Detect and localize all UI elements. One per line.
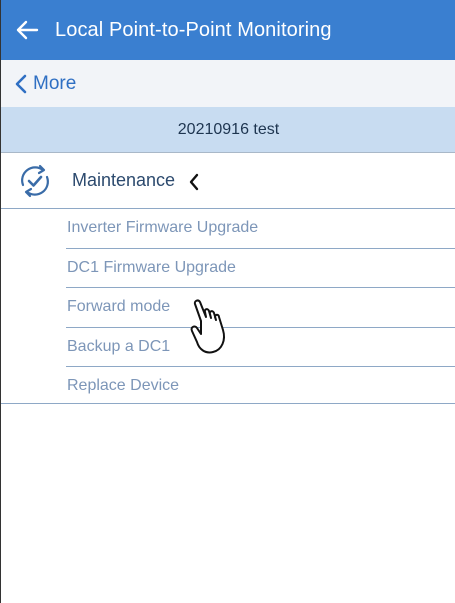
menu-item-label: DC1 Firmware Upgrade	[67, 258, 236, 276]
menu-item-dc1-firmware-upgrade[interactable]: DC1 Firmware Upgrade	[66, 249, 455, 288]
maintenance-menu: Inverter Firmware Upgrade DC1 Firmware U…	[66, 209, 455, 406]
more-back-button[interactable]: More	[15, 73, 76, 95]
chevron-left-icon[interactable]	[188, 173, 200, 191]
device-name: 20210916 test	[177, 120, 280, 138]
device-name-bar: 20210916 test	[1, 107, 455, 153]
maintenance-section-header[interactable]: Maintenance	[1, 153, 455, 209]
list-divider	[1, 403, 455, 404]
page-title: Local Point-to-Point Monitoring	[55, 18, 332, 41]
menu-item-label: Replace Device	[67, 377, 180, 395]
menu-item-label: Inverter Firmware Upgrade	[67, 219, 259, 237]
menu-item-label: Forward mode	[67, 298, 171, 316]
navigation-bar: More	[1, 60, 455, 107]
hand-pointer-icon	[190, 299, 225, 354]
more-label: More	[33, 72, 77, 94]
menu-item-replace-device[interactable]: Replace Device	[66, 367, 455, 406]
chevron-left-icon	[15, 74, 27, 93]
menu-item-backup-dc1[interactable]: Backup a DC1	[66, 328, 455, 367]
menu-item-inverter-firmware-upgrade[interactable]: Inverter Firmware Upgrade	[66, 209, 455, 249]
arrow-left-icon[interactable]	[7, 0, 47, 60]
menu-item-label: Backup a DC1	[67, 337, 171, 355]
title-bar: Local Point-to-Point Monitoring	[1, 0, 455, 60]
app-screen: Local Point-to-Point Monitoring More 202…	[0, 0, 455, 603]
sync-check-icon	[21, 164, 49, 197]
menu-item-forward-mode[interactable]: Forward mode	[66, 288, 455, 328]
section-title: Maintenance	[72, 170, 176, 190]
